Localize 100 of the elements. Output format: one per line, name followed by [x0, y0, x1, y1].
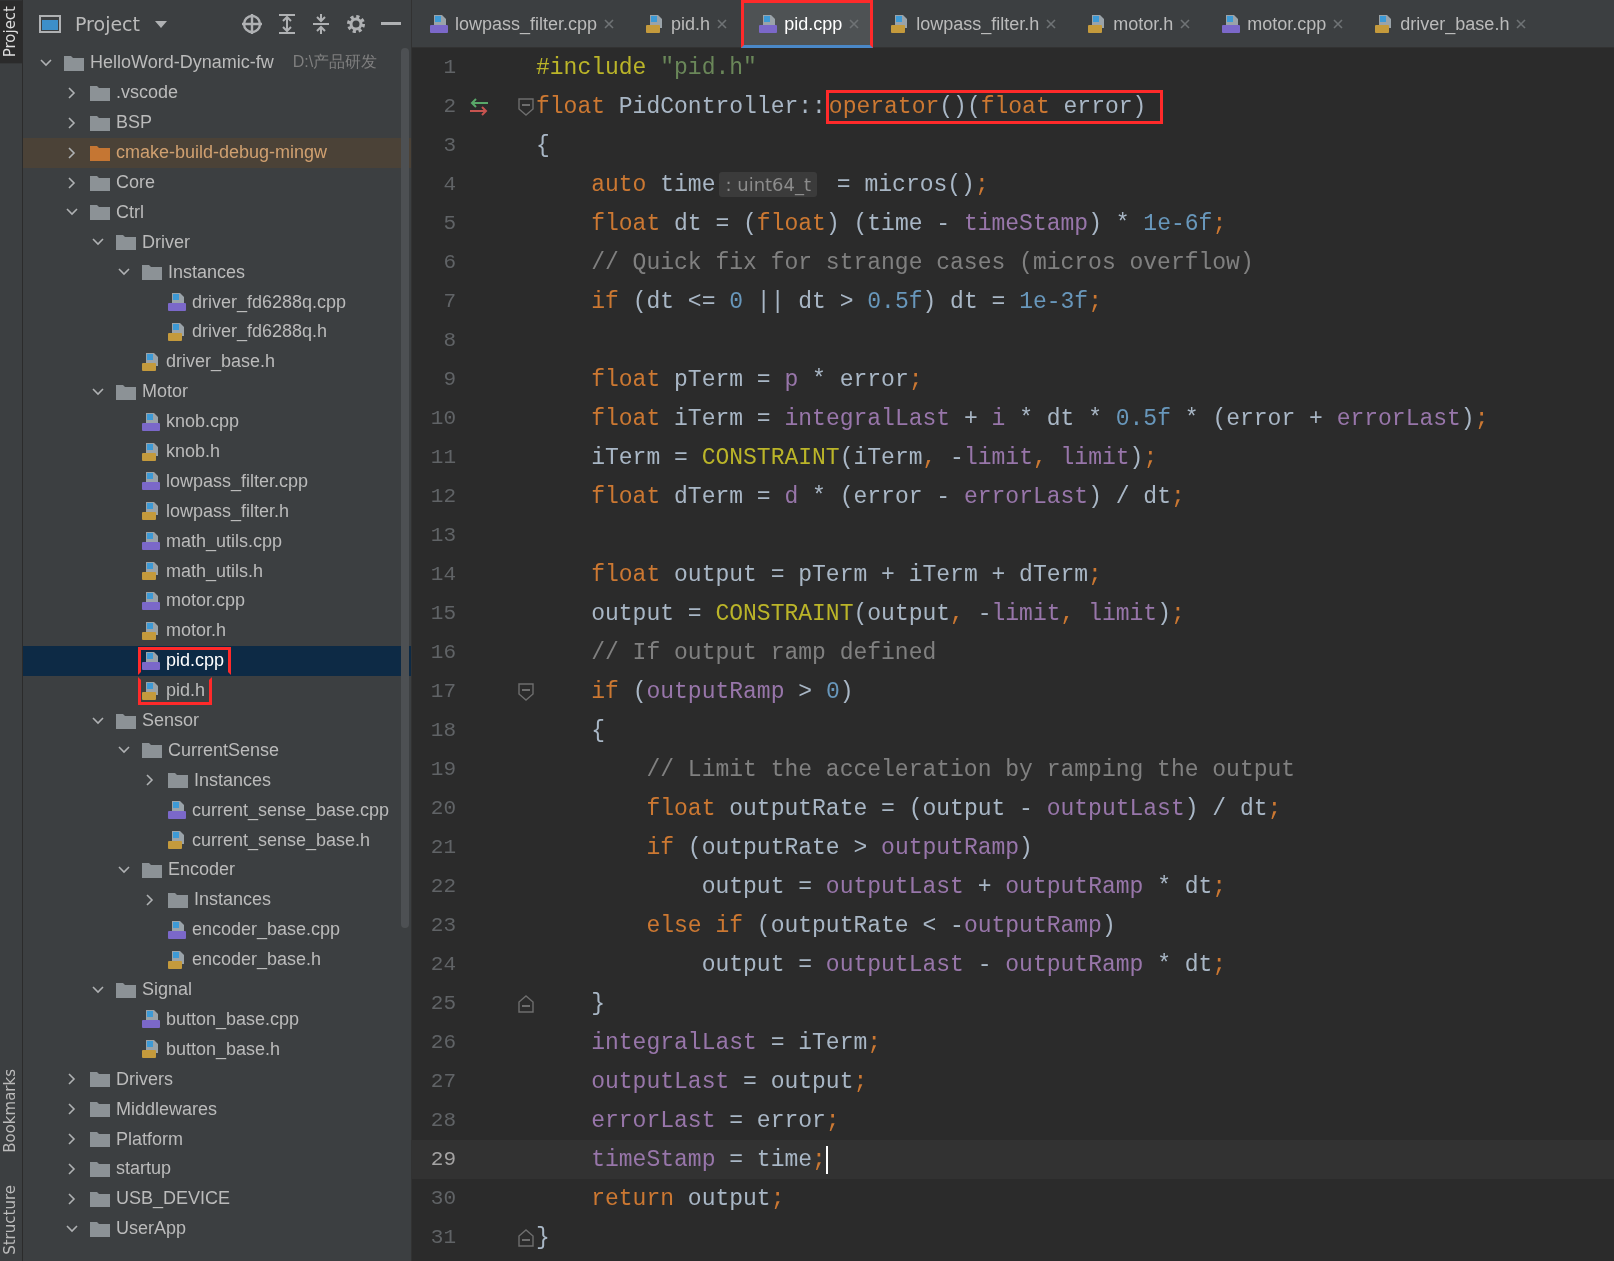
file-row[interactable]: motor.h — [23, 615, 411, 646]
expand-all-icon[interactable] — [277, 13, 297, 35]
folder-row[interactable]: Sensor — [23, 705, 411, 736]
folder-row[interactable]: Platform — [23, 1124, 411, 1154]
line-number: 15 — [429, 602, 456, 625]
collapse-all-icon[interactable] — [311, 13, 331, 35]
folder-row[interactable]: Core — [23, 167, 411, 198]
file-row[interactable]: driver_base.h — [23, 346, 411, 377]
tool-window-tab[interactable]: Structure — [0, 1179, 22, 1261]
minimize-icon[interactable] — [381, 22, 401, 26]
editor-tab[interactable]: pid.cpp — [741, 0, 874, 48]
file-row[interactable]: knob.h — [23, 436, 411, 467]
file-row[interactable]: pid.cpp — [23, 645, 411, 676]
folder-row[interactable]: Instances — [23, 257, 411, 288]
line-number: 30 — [429, 1187, 456, 1210]
line-number: 31 — [429, 1226, 456, 1249]
code-line: output = CONSTRAINT(output, -limit, limit); — [590, 599, 1185, 629]
folder-row[interactable]: startup — [23, 1153, 411, 1184]
folder-row[interactable]: Motor — [23, 376, 411, 407]
editor-tab[interactable]: driver_base.h — [1357, 0, 1541, 48]
file-row[interactable]: button_base.h — [23, 1034, 411, 1065]
fold-marker-icon[interactable] — [518, 97, 534, 116]
folder-row[interactable]: HelloWord-Dynamic-fw D:\产品研发 — [23, 48, 411, 78]
editor-tab[interactable]: lowpass_filter.h — [873, 0, 1071, 48]
file-row[interactable]: current_sense_base.cpp — [23, 795, 411, 826]
editor-tab[interactable]: motor.cpp — [1204, 0, 1358, 48]
code-line: timeStamp = time; — [590, 1144, 828, 1176]
file-row[interactable]: math_utils.cpp — [23, 526, 411, 557]
file-row[interactable]: driver_fd6288q.cpp — [23, 287, 411, 317]
tree-item-label: motor.cpp — [166, 590, 246, 612]
line-number: 12 — [429, 485, 456, 508]
tree-item-label: Drivers — [116, 1068, 173, 1090]
line-number: 27 — [429, 1070, 456, 1093]
file-row[interactable]: encoder_base.cpp — [23, 914, 411, 945]
folder-icon — [167, 890, 189, 909]
folder-icon — [89, 113, 111, 132]
panel-title[interactable]: Project — [75, 13, 140, 35]
file-row[interactable]: button_base.cpp — [23, 1004, 411, 1035]
editor-tab[interactable]: motor.h — [1070, 0, 1205, 48]
code-line: errorLast = error; — [590, 1106, 840, 1136]
header-file-icon — [141, 441, 161, 462]
dropdown-caret-icon[interactable] — [154, 19, 168, 29]
locate-icon[interactable] — [241, 13, 263, 35]
line-number: 24 — [429, 953, 456, 976]
line-number: 9 — [442, 368, 456, 391]
scrollbar-thumb[interactable] — [401, 48, 409, 928]
folder-row[interactable]: Drivers — [23, 1064, 411, 1095]
folder-row[interactable]: Encoder — [23, 855, 411, 885]
tree-item-label: driver_fd6288q.cpp — [192, 291, 347, 313]
file-row[interactable]: lowpass_filter.cpp — [23, 466, 411, 497]
folder-row[interactable]: Signal — [23, 974, 411, 1005]
file-row[interactable]: driver_fd6288q.h — [23, 317, 411, 347]
fold-marker-icon[interactable] — [518, 994, 534, 1013]
folder-icon — [115, 382, 137, 401]
folder-row[interactable]: .vscode — [23, 77, 411, 108]
folder-icon — [89, 203, 111, 222]
folder-icon — [115, 711, 137, 730]
folder-row[interactable]: Middlewares — [23, 1094, 411, 1125]
header-file-icon — [141, 351, 161, 372]
file-row[interactable]: math_utils.h — [23, 556, 411, 587]
folder-row[interactable]: BSP — [23, 107, 411, 138]
folder-row[interactable]: Instances — [23, 884, 411, 915]
file-row[interactable]: motor.cpp — [23, 586, 411, 616]
file-row[interactable]: encoder_base.h — [23, 944, 411, 975]
folder-path: D:\产品研发 — [292, 52, 378, 73]
file-row[interactable]: pid.h — [23, 675, 411, 706]
line-number: 26 — [429, 1031, 456, 1054]
file-row[interactable]: knob.cpp — [23, 406, 411, 437]
file-row[interactable]: lowpass_filter.h — [23, 496, 411, 527]
file-row[interactable]: current_sense_base.h — [23, 825, 411, 856]
folder-row[interactable]: CurrentSense — [23, 735, 411, 766]
settings-icon[interactable] — [345, 13, 367, 35]
line-number: 6 — [442, 251, 456, 274]
line-number: 14 — [429, 563, 456, 586]
code-line: float output = pTerm + iTerm + dTerm; — [590, 560, 1102, 590]
tree-item-label: math_utils.h — [166, 560, 264, 582]
window-icon — [39, 14, 61, 34]
folder-row[interactable]: cmake-build-debug-mingw — [23, 137, 411, 168]
folder-row[interactable]: Driver — [23, 227, 411, 258]
cpp-file-icon — [167, 800, 187, 821]
folder-icon — [89, 173, 111, 192]
folder-row[interactable]: Instances — [23, 765, 411, 796]
code-line: return output; — [590, 1184, 785, 1214]
tree-item-label: startup — [116, 1158, 172, 1180]
folder-icon — [89, 1070, 111, 1089]
tool-window-tab[interactable]: Project — [0, 0, 22, 64]
folder-icon — [141, 861, 163, 879]
folder-row[interactable]: USB_DEVICE — [23, 1183, 411, 1214]
tool-window-tab[interactable]: Bookmarks — [0, 1063, 22, 1160]
override-arrows-icon[interactable] — [468, 96, 490, 117]
tree-item-label: Platform — [116, 1128, 184, 1150]
fold-marker-icon[interactable] — [518, 1228, 534, 1247]
editor-tab[interactable]: pid.h — [628, 0, 742, 48]
folder-icon — [89, 1159, 111, 1178]
tree-item-label: current_sense_base.h — [192, 829, 371, 851]
editor-tab[interactable]: lowpass_filter.cpp — [412, 0, 629, 48]
fold-marker-icon[interactable] — [518, 682, 534, 701]
folder-row[interactable]: Ctrl — [23, 197, 411, 228]
tree-item-label: encoder_base.h — [192, 949, 322, 971]
folder-row[interactable]: UserApp — [23, 1213, 411, 1244]
